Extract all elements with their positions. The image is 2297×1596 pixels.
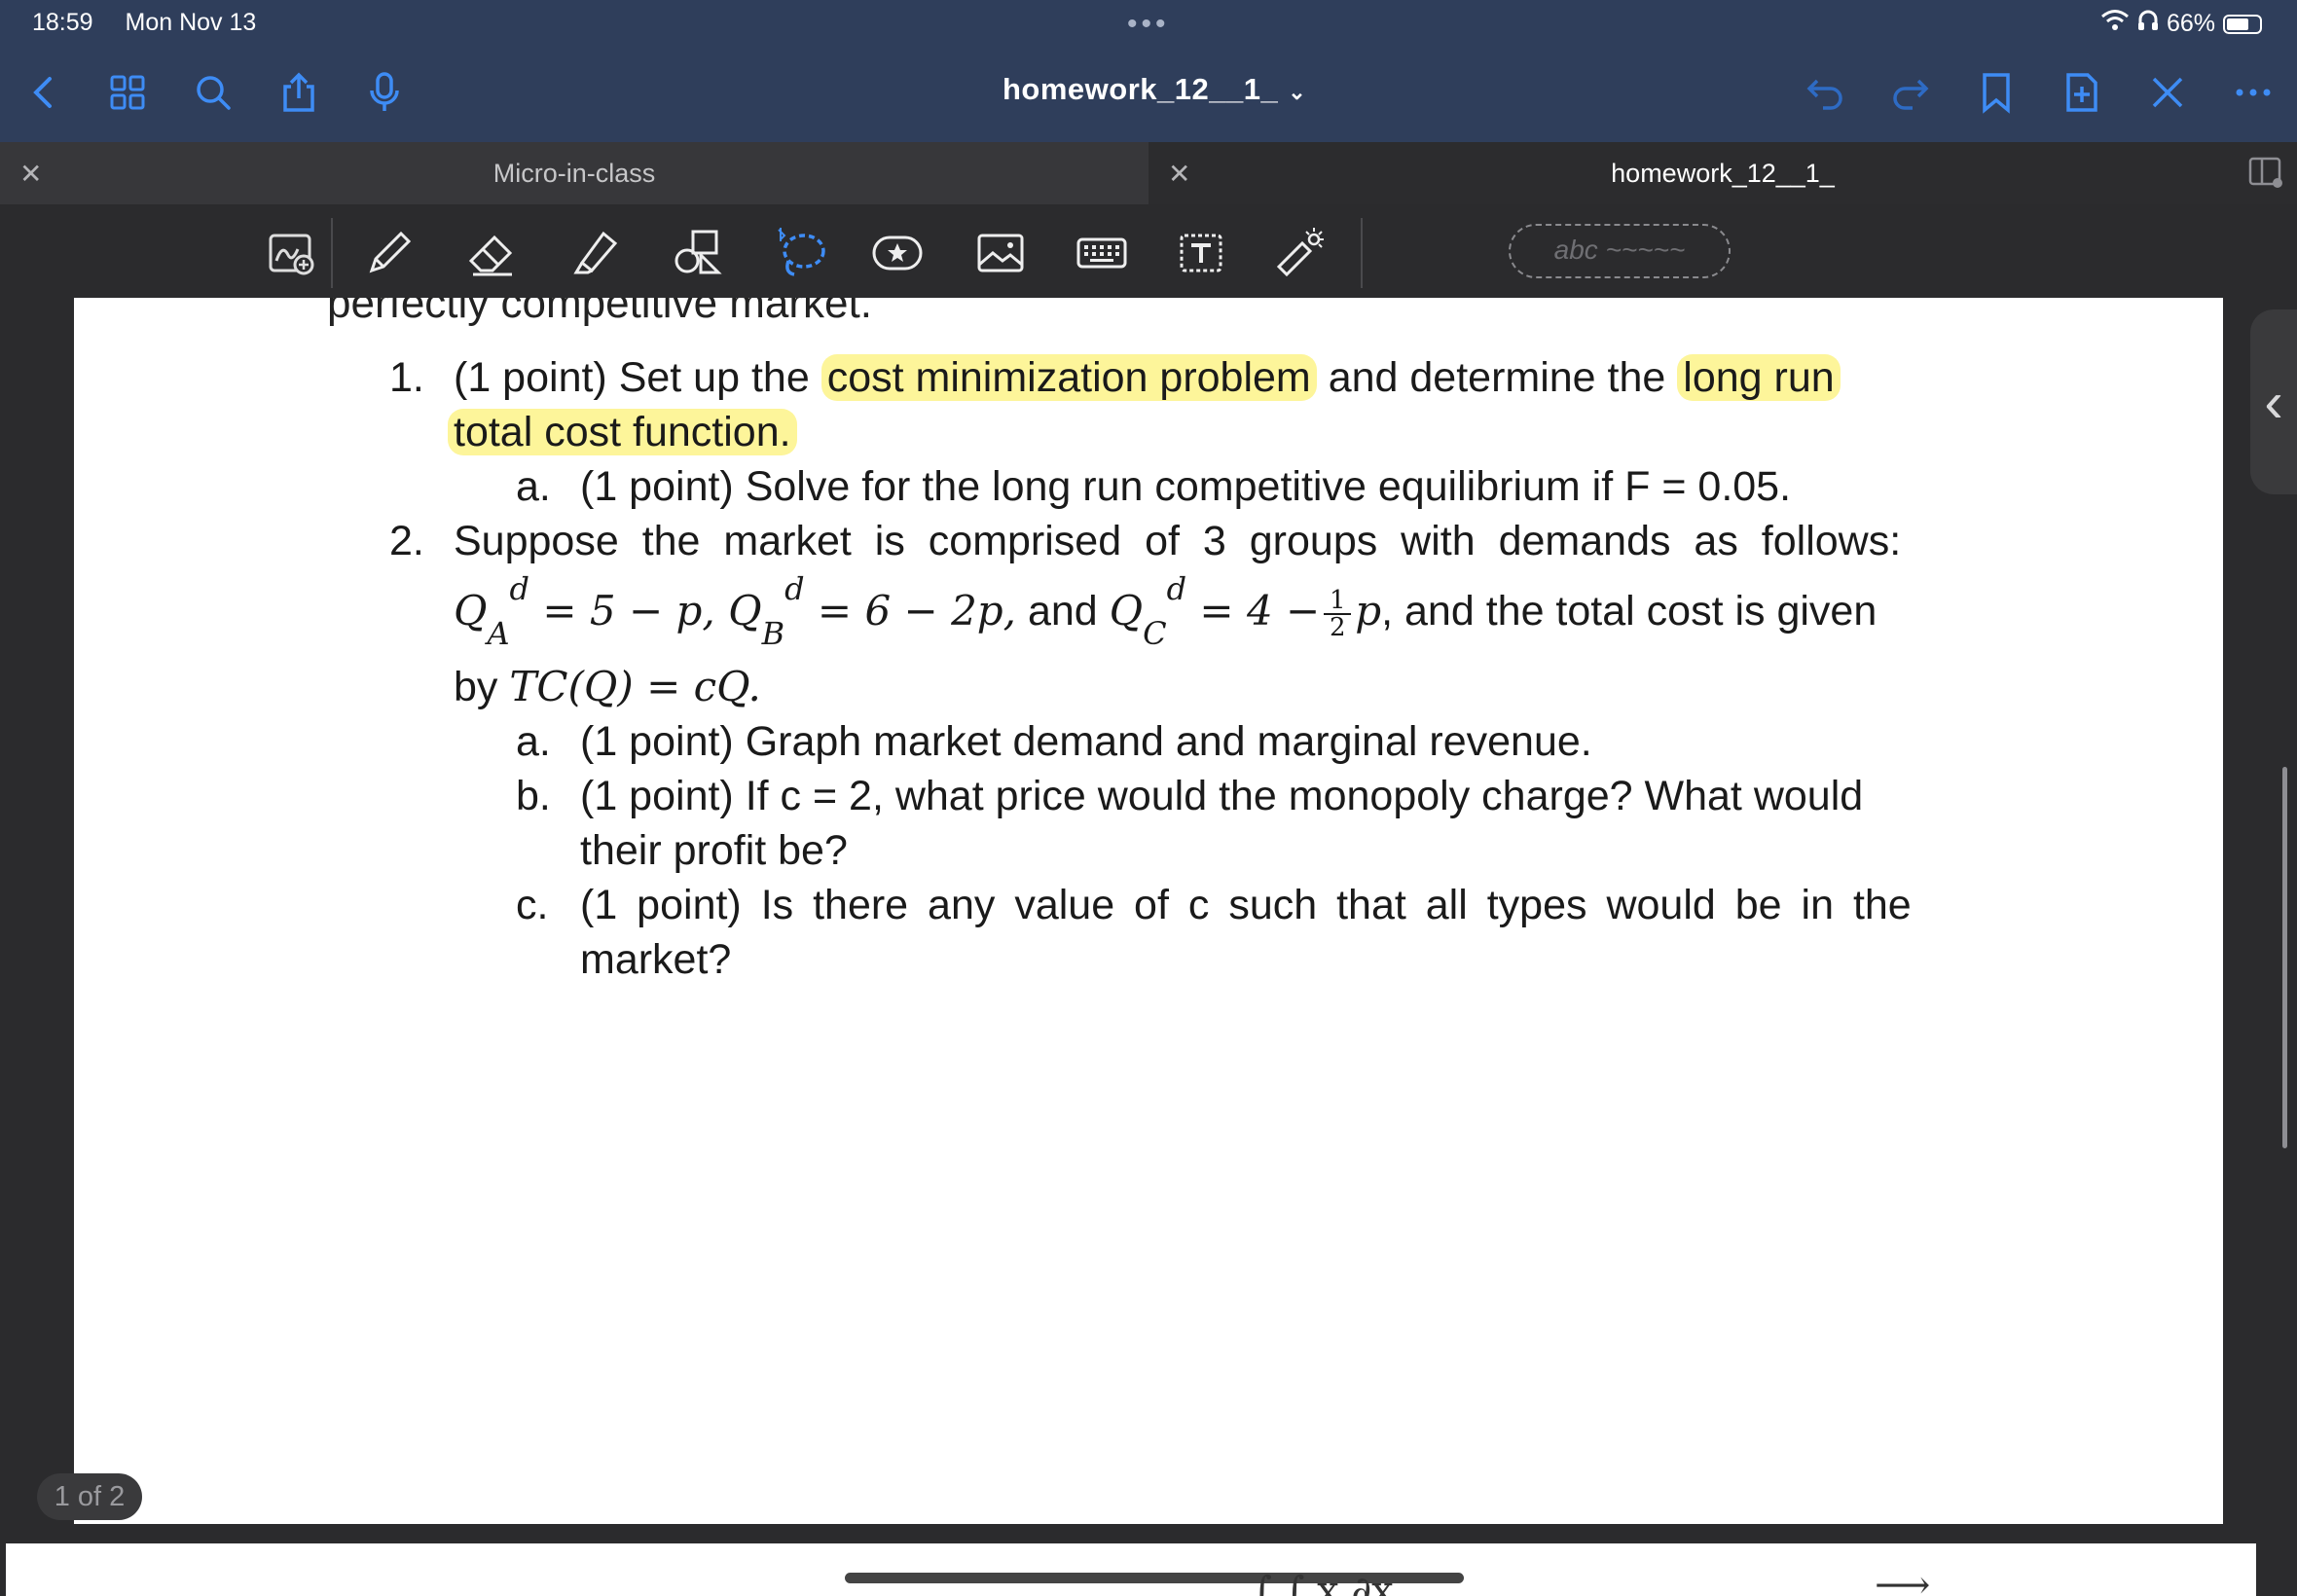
highlight-long-run[interactable]: long run: [1677, 354, 1841, 401]
text-input-preview-label: abc: [1553, 235, 1598, 265]
close-toolbar-icon[interactable]: [2143, 68, 2192, 117]
q2a-text: (1 point) Graph market demand and margin…: [580, 718, 1592, 765]
bookmark-icon[interactable]: [1972, 68, 2021, 117]
wifi-icon: [2100, 9, 2130, 39]
text-box-icon[interactable]: [1170, 222, 1232, 284]
handwriting-arrow: ⟶: [1875, 1563, 1931, 1596]
q2-equations: QAd = 5 − p, QBd = 6 − 2p, and QCd = 4 −…: [454, 570, 1878, 652]
tab-micro-in-class[interactable]: ✕ Micro-in-class: [0, 142, 1148, 204]
keyboard-icon[interactable]: [1071, 222, 1133, 284]
pen-icon[interactable]: [358, 222, 420, 284]
zoom-window-icon[interactable]: [261, 222, 323, 284]
status-date: Mon Nov 13: [125, 9, 257, 36]
document-title: homework_12__1_: [1003, 72, 1279, 106]
q2c-text-line2: market?: [580, 936, 732, 983]
more-options-icon[interactable]: [2229, 68, 2278, 117]
text-input-preview[interactable]: abc ~~~~~: [1509, 224, 1731, 278]
highlighter-icon[interactable]: [565, 222, 627, 284]
toolbar-divider: [331, 218, 333, 288]
q1-line1: (1 point) Set up the cost minimization p…: [454, 350, 1841, 405]
q1a-text: (1 point) Solve for the long run competi…: [580, 463, 1792, 510]
lasso-icon[interactable]: [771, 222, 833, 284]
q2b-text-line2: their profit be?: [580, 827, 848, 874]
q2a-letter: a.: [516, 718, 551, 765]
q2-line3: by TC(Q) = cQ.: [454, 663, 761, 710]
tab-label: Micro-in-class: [492, 158, 656, 188]
battery-percent: 66%: [2166, 10, 2215, 37]
back-icon[interactable]: [19, 68, 68, 117]
add-page-icon[interactable]: [2058, 68, 2106, 117]
highlight-total-cost[interactable]: total cost function.: [448, 409, 797, 455]
sidebar-toggle-icon[interactable]: [2248, 156, 2283, 196]
q2c-letter: c.: [516, 882, 549, 928]
eraser-icon[interactable]: [461, 222, 524, 284]
sticker-icon[interactable]: [866, 222, 929, 284]
q1-number: 1.: [389, 354, 424, 401]
q2c-text-line1: (1 point) Is there any value of c such t…: [580, 882, 1912, 928]
top-navigation-bar: homework_12__1_ ⌄: [0, 45, 2297, 142]
q2-number: 2.: [389, 518, 424, 564]
document-tabs: ✕ Micro-in-class ✕ homework_12__1_: [0, 142, 2297, 204]
share-icon[interactable]: [274, 68, 323, 117]
headphones-icon: [2137, 9, 2159, 39]
multitasking-dots-icon[interactable]: •••: [1127, 8, 1170, 41]
microphone-icon[interactable]: [360, 68, 409, 117]
document-page[interactable]: perfectly competitive market. 1. (1 poin…: [74, 298, 2223, 1524]
document-title-menu[interactable]: homework_12__1_ ⌄: [1003, 72, 1306, 107]
next-page-preview[interactable]: ∫ ∫ x ∂x ⟶: [6, 1543, 2256, 1596]
status-bar: 18:59 Mon Nov 13 ••• 66%: [0, 0, 2297, 45]
annotation-toolbar: abc ~~~~~: [0, 204, 2297, 298]
q1a-letter: a.: [516, 463, 551, 510]
image-icon[interactable]: [969, 222, 1032, 284]
page-indicator: 1 of 2: [37, 1473, 142, 1520]
grid-view-icon[interactable]: [103, 68, 152, 117]
handwriting-fragment: ∫ ∫ x ∂x: [1252, 1569, 1394, 1596]
shapes-icon[interactable]: [668, 222, 730, 284]
redo-icon[interactable]: [1886, 68, 1935, 117]
battery-icon: [2223, 14, 2262, 34]
status-time: 18:59: [32, 9, 93, 36]
tab-homework[interactable]: ✕ homework_12__1_: [1148, 142, 2297, 204]
chevron-down-icon: ⌄: [1288, 80, 1307, 104]
undo-icon[interactable]: [1801, 68, 1849, 117]
highlight-cost-min[interactable]: cost minimization problem: [820, 354, 1317, 401]
clipped-text-line: perfectly competitive market.: [327, 298, 872, 327]
q2-line1: Suppose the market is comprised of 3 gro…: [454, 518, 1902, 564]
laser-pointer-icon[interactable]: [1269, 222, 1331, 284]
tab-label: homework_12__1_: [1611, 158, 1835, 188]
q2b-text-line1: (1 point) If c = 2, what price would the…: [580, 773, 1864, 819]
q2b-letter: b.: [516, 773, 551, 819]
q1-line2: total cost function.: [448, 405, 797, 459]
search-icon[interactable]: [189, 68, 237, 117]
toolbar-divider: [1361, 218, 1363, 288]
sidebar-handle-chevron-left-icon[interactable]: ‹: [2250, 309, 2297, 494]
scrollbar[interactable]: [2282, 767, 2287, 1148]
